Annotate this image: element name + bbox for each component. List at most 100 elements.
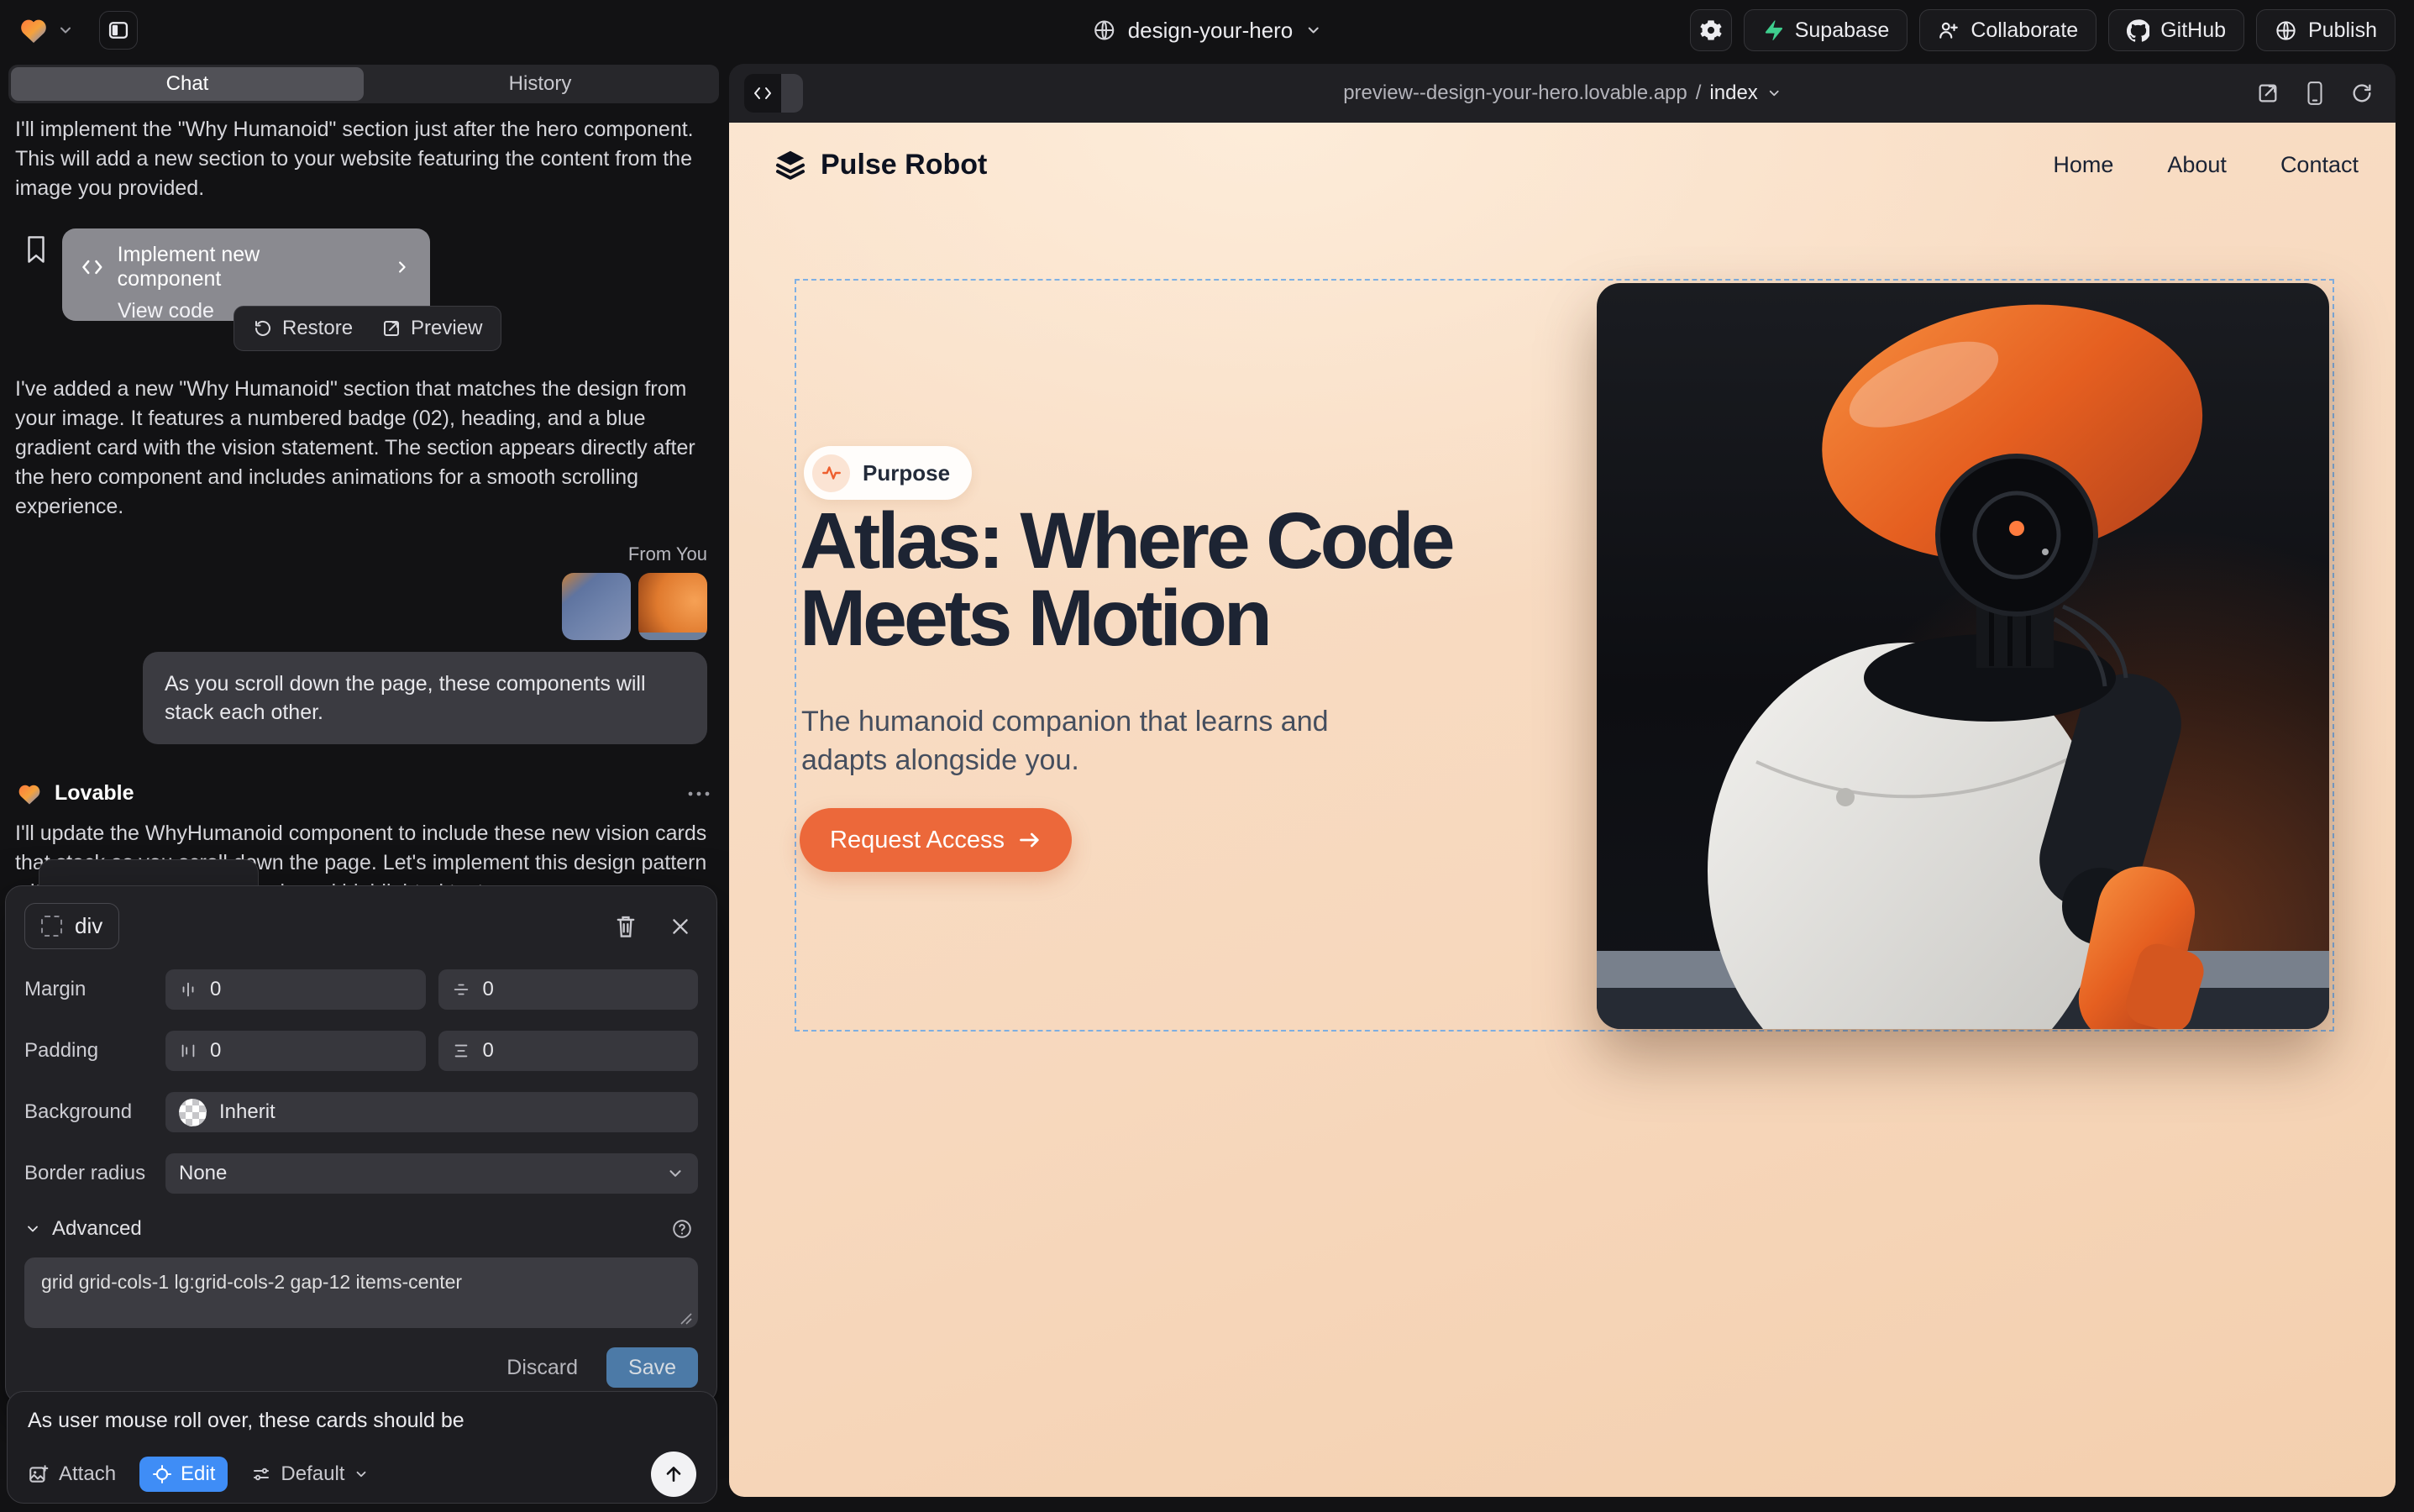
mobile-view-button[interactable]	[2305, 81, 2325, 106]
restore-button[interactable]: Restore	[253, 317, 353, 340]
chat-input[interactable]: As user mouse roll over, these cards sho…	[28, 1409, 696, 1433]
mode-select[interactable]: Default	[251, 1462, 369, 1486]
element-inspector-panel: div Margin 0 0	[5, 885, 717, 1404]
code-icon	[744, 74, 781, 113]
open-external-button[interactable]	[2256, 81, 2280, 105]
background-label: Background	[24, 1100, 165, 1124]
close-inspector-button[interactable]	[669, 916, 691, 937]
code-view-toggle[interactable]	[744, 74, 803, 113]
preview-toggle-segment	[781, 74, 803, 113]
preview-page: index	[1709, 81, 1757, 105]
bookmark-icon[interactable]	[24, 235, 49, 264]
padding-vertical-icon	[452, 1042, 470, 1060]
version-actions: Restore Preview	[234, 306, 501, 351]
assistant-name: Lovable	[55, 781, 134, 806]
save-button[interactable]: Save	[606, 1347, 698, 1388]
collaborate-button[interactable]: Collaborate	[1919, 9, 2097, 51]
chevron-down-icon	[354, 1467, 369, 1482]
nav-link-home[interactable]: Home	[2053, 152, 2113, 178]
send-button[interactable]	[651, 1452, 696, 1497]
margin-horizontal-icon	[179, 980, 197, 999]
advanced-section-toggle[interactable]: Advanced	[24, 1217, 698, 1241]
padding-label: Padding	[24, 1039, 165, 1063]
tab-history[interactable]: History	[364, 67, 716, 101]
chevron-down-icon	[24, 1221, 41, 1237]
lovable-logo[interactable]	[18, 16, 49, 45]
user-message-bubble: As you scroll down the page, these compo…	[143, 652, 707, 744]
transparency-swatch-icon	[179, 1099, 207, 1126]
margin-label: Margin	[24, 978, 165, 1001]
padding-y-input[interactable]: 0	[438, 1031, 699, 1071]
target-icon	[152, 1464, 172, 1484]
github-icon	[2127, 19, 2149, 42]
badge-label: Purpose	[863, 460, 950, 486]
attachment-thumbnail-orange[interactable]	[638, 573, 707, 640]
attach-button[interactable]: Attach	[28, 1462, 116, 1486]
preview-url-bar[interactable]: preview--design-your-hero.lovable.app / …	[1343, 81, 1782, 105]
delete-element-button[interactable]	[614, 914, 638, 939]
settings-button[interactable]	[1690, 9, 1732, 51]
trash-icon	[614, 914, 638, 939]
publish-globe-icon	[2275, 19, 2297, 42]
assistant-message: I'll implement the "Why Humanoid" sectio…	[8, 115, 719, 203]
project-name: design-your-hero	[1128, 18, 1294, 44]
layers-logo-icon	[773, 148, 808, 181]
site-brand[interactable]: Pulse Robot	[773, 148, 987, 181]
restore-icon	[253, 318, 273, 339]
margin-x-input[interactable]: 0	[165, 969, 426, 1010]
from-you-label: From You	[628, 543, 707, 565]
project-switcher[interactable]: design-your-hero	[1093, 18, 1322, 44]
border-radius-select[interactable]: None	[165, 1153, 698, 1194]
component-card-row: Implement new component View code Restor…	[8, 228, 719, 354]
margin-y-input[interactable]: 0	[438, 969, 699, 1010]
lovable-heart-icon	[17, 782, 42, 806]
edit-mode-button[interactable]: Edit	[139, 1457, 228, 1492]
preview-panel: preview--design-your-hero.lovable.app / …	[729, 64, 2396, 1497]
nav-link-contact[interactable]: Contact	[2280, 152, 2359, 178]
sidebar-toggle-button[interactable]	[99, 11, 138, 50]
resize-handle[interactable]	[680, 1313, 692, 1325]
help-icon[interactable]	[671, 1218, 698, 1240]
attach-image-icon	[28, 1463, 50, 1485]
padding-horizontal-icon	[179, 1042, 197, 1060]
classes-textarea[interactable]: grid grid-cols-1 lg:grid-cols-2 gap-12 i…	[24, 1257, 698, 1328]
attachment-thumbnail-blue[interactable]	[562, 573, 631, 640]
chat-history-tabs: Chat History	[8, 65, 719, 103]
refresh-button[interactable]	[2350, 81, 2374, 105]
element-tag: div	[75, 913, 102, 939]
app-topbar: design-your-hero Supabase Collaborate Gi…	[0, 0, 2414, 60]
padding-x-input[interactable]: 0	[165, 1031, 426, 1071]
tab-chat[interactable]: Chat	[11, 67, 364, 101]
github-button[interactable]: GitHub	[2108, 9, 2244, 51]
arrow-right-icon	[1018, 830, 1042, 850]
discard-button[interactable]: Discard	[506, 1356, 578, 1380]
publish-button[interactable]: Publish	[2256, 9, 2396, 51]
site-navbar: Pulse Robot Home About Contact	[773, 148, 2359, 181]
preview-host: preview--design-your-hero.lovable.app	[1343, 81, 1687, 105]
selected-element-chip[interactable]: div	[24, 903, 119, 949]
chevron-down-icon	[1766, 86, 1782, 101]
background-input[interactable]: Inherit	[165, 1092, 698, 1132]
chat-composer: As user mouse roll over, these cards sho…	[7, 1391, 717, 1504]
mobile-icon	[2305, 81, 2325, 106]
project-chevron-down-icon	[1304, 22, 1321, 39]
refresh-icon	[2350, 81, 2374, 105]
external-link-icon	[381, 318, 401, 339]
message-menu-button[interactable]	[687, 790, 711, 797]
arrow-up-icon	[663, 1463, 685, 1485]
chevron-right-icon	[393, 258, 412, 276]
border-radius-label: Border radius	[24, 1162, 165, 1185]
workspace-chevron-down-icon[interactable]	[57, 22, 74, 39]
margin-vertical-icon	[452, 980, 470, 999]
gear-icon	[1699, 18, 1723, 42]
chat-panel: Chat History I'll implement the "Why Hum…	[0, 60, 727, 1512]
preview-button[interactable]: Preview	[381, 317, 482, 340]
request-access-button[interactable]: Request Access	[800, 808, 1072, 872]
sliders-icon	[251, 1464, 271, 1484]
purpose-badge[interactable]: Purpose	[804, 446, 972, 500]
supabase-button[interactable]: Supabase	[1744, 9, 1908, 51]
hero-heading: Atlas: Where Code Meets Motion	[800, 502, 1623, 657]
hero-robot-image	[1597, 283, 2329, 1029]
nav-link-about[interactable]: About	[2167, 152, 2227, 178]
site-nav-links: Home About Contact	[2053, 152, 2359, 178]
